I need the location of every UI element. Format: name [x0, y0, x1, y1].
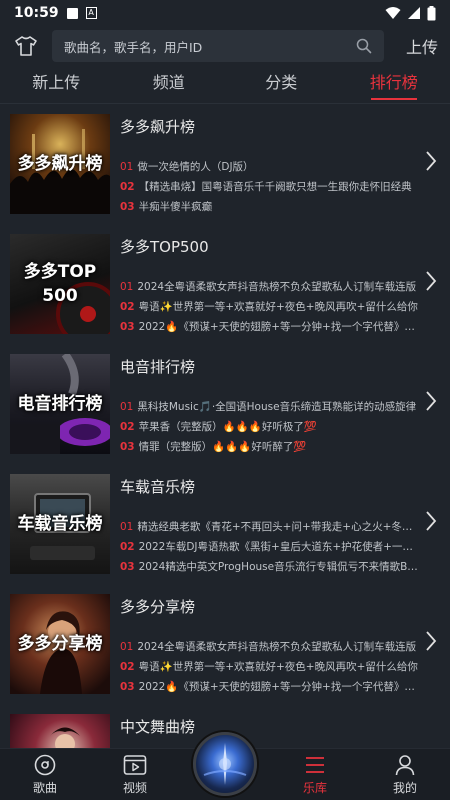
ranking-cover: 多多飙升榜: [10, 114, 110, 214]
ranking-cover: [10, 714, 110, 748]
song-row[interactable]: 03 2024精选中英文ProgHouse音乐流行专辑侃亏不来情歌Bass: [120, 557, 420, 577]
tab-ranking[interactable]: 排行榜: [338, 66, 450, 104]
cover-title: 电音排行榜: [17, 394, 103, 414]
nav-video[interactable]: 视频: [90, 748, 180, 800]
ranking-cover: 车载音乐榜: [10, 474, 110, 574]
disc-icon: [34, 754, 56, 775]
category-tabs: 新上传 频道 分类 排行榜: [0, 66, 450, 104]
song-row[interactable]: 02 粤语✨世界第一等+欢喜就好+夜色+晚风再吹+留什么给你: [120, 297, 420, 317]
ranking-cover: 多多TOP 500: [10, 234, 110, 334]
nav-mine[interactable]: 我的: [360, 748, 450, 800]
cover-title: 多多TOP 500: [23, 262, 97, 306]
search-bar[interactable]: 歌曲名，歌手名，用户ID: [52, 30, 384, 62]
nav-library[interactable]: 乐库: [270, 748, 360, 800]
ranking-cover: 多多分享榜: [10, 594, 110, 694]
skin-button[interactable]: [12, 32, 40, 60]
song-row[interactable]: 03 半痴半傻半疯癫: [120, 197, 420, 217]
song-row[interactable]: 02 苹果香（完整版）🔥🔥🔥好听极了💯: [120, 417, 420, 437]
now-playing-disc[interactable]: [193, 732, 257, 796]
ranking-item[interactable]: 多多飙升榜 多多飙升榜 01 做一次绝情的人（DJ版） 02 【精选串烧】国粤语音乐…: [0, 104, 450, 224]
ranking-list: 多多飙升榜 多多飙升榜 01 做一次绝情的人（DJ版） 02 【精选串烧】国粤语音乐…: [0, 104, 450, 748]
tshirt-icon: [15, 36, 37, 56]
wifi-icon: [385, 7, 401, 19]
song-row[interactable]: 02 粤语✨世界第一等+欢喜就好+夜色+晚风再吹+留什么给你: [120, 657, 420, 677]
song-row[interactable]: 01 2024全粤语柔歌女声抖音热榜不负众望歌私人订制车载连版: [120, 277, 420, 297]
ranking-cover: 电音排行榜: [10, 354, 110, 454]
nav-label: 我的: [392, 780, 417, 795]
search-icon[interactable]: [356, 38, 372, 54]
search-placeholder: 歌曲名，歌手名，用户ID: [64, 39, 203, 55]
tab-channel[interactable]: 频道: [113, 66, 226, 104]
ranking-title: 电音排行榜: [120, 358, 196, 376]
app-notification-icon: A: [85, 7, 97, 19]
song-row[interactable]: 01 2024全粤语柔歌女声抖音热榜不负众望歌私人订制车载连版: [120, 637, 420, 657]
dancer-graphic: [50, 727, 80, 748]
song-row[interactable]: 01 做一次绝情的人（DJ版）: [120, 157, 420, 177]
album-art-icon: [203, 743, 247, 785]
menu-icon: [306, 756, 324, 773]
upload-button[interactable]: 上传: [406, 34, 438, 58]
cover-title: 多多分享榜: [17, 634, 103, 654]
top-header: 歌曲名，歌手名，用户ID 上传: [0, 26, 450, 66]
ranking-title: 多多TOP500: [120, 238, 209, 256]
ranking-title: 车载音乐榜: [120, 478, 196, 496]
chevron-right-icon[interactable]: [424, 270, 438, 292]
cover-title: 车载音乐榜: [17, 514, 103, 534]
ranking-item[interactable]: 电音排行榜 电音排行榜 01 黑科技Music🎵·全国语House音乐缔造耳熟能详…: [0, 344, 450, 464]
cover-title: 多多飙升榜: [17, 154, 103, 174]
song-row[interactable]: 02 2022车载DJ粤语热歌《黑街+皇后大道东+护花使者+一切随风》: [120, 537, 420, 557]
ranking-item[interactable]: 多多分享榜 多多分享榜 01 2024全粤语柔歌女声抖音热榜不负众望歌私人订制车载…: [0, 584, 450, 704]
tab-category[interactable]: 分类: [225, 66, 338, 104]
user-icon: [395, 754, 415, 775]
nav-label: 视频: [122, 780, 147, 795]
song-row[interactable]: 01 黑科技Music🎵·全国语House音乐缔造耳熟能详的动感旋律: [120, 397, 420, 417]
nav-label: 乐库: [302, 780, 327, 795]
chevron-right-icon[interactable]: [424, 390, 438, 412]
song-row[interactable]: 03 2022🔥《预谋+天使的翅膀+等一分钟+找一个字代替》DJ版: [120, 317, 420, 337]
notification-icon: [66, 7, 78, 19]
status-time: 10:59: [14, 5, 59, 21]
nav-label: 歌曲: [32, 780, 57, 795]
chevron-right-icon[interactable]: [424, 150, 438, 172]
battery-icon: [427, 5, 436, 20]
song-row[interactable]: 03 2022🔥《预谋+天使的翅膀+等一分钟+找一个字代替》DJ版: [120, 677, 420, 697]
video-icon: [123, 754, 147, 775]
signal-icon: [408, 7, 420, 19]
chevron-right-icon[interactable]: [424, 630, 438, 652]
song-row[interactable]: 02 【精选串烧】国粤语音乐千千阙歌只想一生跟你走怀旧经典: [120, 177, 420, 197]
ranking-item[interactable]: 多多TOP 500 多多TOP500 01 2024全粤语柔歌女声抖音热榜不负众望…: [0, 224, 450, 344]
song-row[interactable]: 03 情罪（完整版）🔥🔥🔥好听醉了💯: [120, 437, 420, 457]
chevron-right-icon[interactable]: [424, 510, 438, 532]
status-bar: 10:59 A: [0, 0, 450, 26]
ranking-title: 中文舞曲榜: [120, 718, 196, 736]
nav-songs[interactable]: 歌曲: [0, 748, 90, 800]
tab-new-upload[interactable]: 新上传: [0, 66, 113, 104]
ranking-item[interactable]: 车载音乐榜 车载音乐榜 01 精选经典老歌《青花+不再回头+问+带我走+心之火+冬…: [0, 464, 450, 584]
song-row[interactable]: 01 精选经典老歌《青花+不再回头+问+带我走+心之火+冬眠》: [120, 517, 420, 537]
ranking-title: 多多飙升榜: [120, 118, 196, 136]
ranking-title: 多多分享榜: [120, 598, 196, 616]
